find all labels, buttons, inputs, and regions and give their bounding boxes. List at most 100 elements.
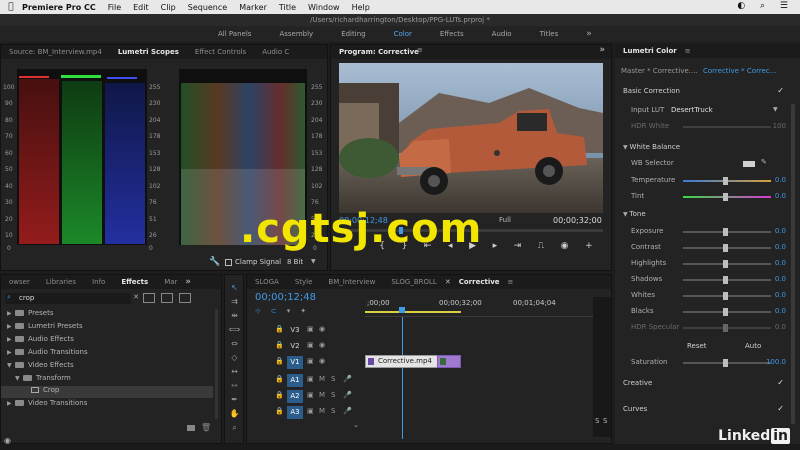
hdr-white-slider[interactable] — [683, 126, 771, 128]
reset-button[interactable]: Reset — [687, 342, 707, 350]
program-video-frame[interactable] — [339, 63, 603, 213]
apple-icon[interactable]:  — [0, 2, 22, 12]
track-name[interactable]: A3 — [287, 406, 303, 419]
input-lut-chevron-icon[interactable]: ▼ — [773, 106, 778, 113]
slider-knob[interactable] — [723, 308, 728, 316]
workspace-effects[interactable]: Effects — [440, 30, 464, 38]
creative-check-icon[interactable]: ✓ — [777, 378, 784, 387]
effects-tree-item[interactable]: ▶ Video Transitions — [1, 399, 213, 411]
slip-tool-icon[interactable]: ↔ — [228, 367, 241, 379]
rate-stretch-tool-icon[interactable]: ⇔ — [228, 339, 241, 351]
tab-lumetri-scopes[interactable]: Lumetri Scopes — [110, 48, 187, 56]
tab-markers[interactable]: Mar — [156, 278, 185, 286]
tab-sequence[interactable]: Style — [287, 278, 321, 286]
menu-title[interactable]: Title — [279, 3, 296, 12]
tab-sequence[interactable]: BM_Interview — [320, 278, 383, 286]
input-lut-select[interactable]: DesertTruck — [671, 106, 713, 114]
creative-section[interactable]: Creative ✓ — [615, 377, 798, 391]
workspace-color[interactable]: Color — [394, 30, 412, 38]
yuv-effects-icon[interactable] — [179, 293, 191, 303]
tone-section[interactable]: ▼ Tone — [615, 208, 798, 222]
mic-icon[interactable]: 🎤 — [343, 407, 352, 415]
clear-search-icon[interactable]: ✕ — [133, 293, 139, 301]
tab-effects[interactable]: Effects — [113, 278, 156, 286]
program-fit-select[interactable]: Full — [499, 216, 511, 224]
basic-correction-check-icon[interactable]: ✓ — [777, 86, 784, 95]
menu-app[interactable]: Premiere Pro CC — [22, 3, 96, 12]
eye-icon[interactable]: ◉ — [319, 341, 325, 349]
collapsed-arrow-icon[interactable]: ▶ — [7, 323, 15, 330]
tone-row-value[interactable]: 0.0 — [775, 275, 786, 283]
lumetri-master-clip[interactable]: Master * Corrective.... — [621, 67, 698, 75]
sync-lock-icon[interactable]: ▣ — [307, 325, 314, 333]
export-frame-icon[interactable]: ◉ — [561, 241, 569, 255]
pen-tool-icon[interactable]: ✒ — [228, 395, 241, 407]
tone-slider[interactable] — [683, 292, 771, 300]
lock-icon[interactable]: 🔒 — [275, 325, 284, 333]
timeline-scroll-handle[interactable]: ⌄ — [353, 421, 359, 429]
effects-tree-item[interactable]: ▶ Presets — [1, 309, 213, 321]
solo-button[interactable]: S — [331, 391, 335, 399]
clamp-signal-checkbox[interactable] — [225, 259, 232, 266]
white-balance-section[interactable]: ▼ White Balance — [615, 141, 798, 155]
effects-tree-item-selected[interactable]: Crop — [1, 386, 213, 398]
workspace-editing[interactable]: Editing — [341, 30, 365, 38]
lift-icon[interactable]: ⎍ — [538, 241, 544, 255]
tab-info[interactable]: Info — [84, 278, 113, 286]
menu-clip[interactable]: Clip — [161, 3, 176, 12]
linked-selection-icon[interactable]: ⊂ — [271, 307, 277, 317]
slider-knob[interactable] — [723, 324, 728, 332]
auto-button[interactable]: Auto — [745, 342, 761, 350]
bit-depth-select[interactable]: 8 Bit — [287, 258, 303, 266]
new-bin-icon[interactable] — [187, 425, 195, 431]
track-name[interactable]: V1 — [287, 356, 303, 369]
tone-row-value[interactable]: 0.0 — [775, 259, 786, 267]
eye-icon[interactable]: ◉ — [319, 325, 325, 333]
mic-icon[interactable]: 🎤 — [343, 391, 352, 399]
tab-source[interactable]: Source: BM_Interview.mp4 — [1, 48, 110, 56]
tone-row-value[interactable]: 0.0 — [775, 291, 786, 299]
sync-lock-icon[interactable]: ▣ — [307, 407, 314, 415]
panel-menu-icon[interactable]: ≡ — [508, 278, 514, 286]
panel-overflow-icon[interactable]: » — [185, 277, 191, 287]
slider-knob[interactable] — [723, 244, 728, 252]
timeline-clip-purple[interactable] — [437, 355, 461, 368]
timeline-playhead-marker[interactable] — [399, 307, 405, 313]
lock-icon[interactable]: 🔒 — [275, 341, 284, 349]
curves-check-icon[interactable]: ✓ — [777, 404, 784, 413]
mute-button[interactable]: M — [319, 407, 325, 415]
go-to-out-icon[interactable]: ⇥ — [514, 241, 522, 255]
timeline-timecode[interactable]: 00;00;12;48 — [255, 292, 316, 303]
curves-section[interactable]: Curves ✓ — [615, 403, 798, 417]
workspace-titles[interactable]: Titles — [540, 30, 559, 38]
meter-solo-label[interactable]: S — [603, 417, 607, 425]
tab-media-browser[interactable]: owser — [1, 278, 38, 286]
temperature-knob[interactable] — [723, 177, 728, 185]
selection-tool-icon[interactable]: ↖ — [228, 283, 241, 295]
tab-sequence[interactable]: SLOG_BROLL — [383, 278, 445, 286]
eyedropper-icon[interactable]: ✎ — [761, 158, 767, 166]
panel-menu-icon[interactable]: ≡ — [417, 46, 423, 54]
saturation-value[interactable]: 100.0 — [766, 358, 786, 366]
slider-knob[interactable] — [723, 359, 728, 367]
slider-knob[interactable] — [723, 292, 728, 300]
tone-slider[interactable] — [683, 308, 771, 316]
collapsed-arrow-icon[interactable]: ▶ — [7, 400, 15, 407]
add-marker-icon[interactable]: ▾ — [287, 307, 291, 317]
lock-icon[interactable]: 🔒 — [275, 407, 284, 415]
slider-knob[interactable] — [723, 228, 728, 236]
tint-value[interactable]: 0.0 — [775, 192, 786, 200]
timeline-settings-icon[interactable]: ✦ — [300, 307, 306, 317]
temperature-slider[interactable] — [683, 177, 771, 185]
expanded-arrow-icon[interactable]: ▼ — [7, 362, 15, 369]
tab-audio-clip[interactable]: Audio C — [254, 48, 297, 56]
sync-lock-icon[interactable]: ▣ — [307, 375, 314, 383]
collapsed-arrow-icon[interactable]: ▶ — [7, 336, 15, 343]
menu-marker[interactable]: Marker — [239, 3, 267, 12]
temperature-value[interactable]: 0.0 — [775, 176, 786, 184]
32bit-effects-icon[interactable] — [161, 293, 173, 303]
timeline-ruler[interactable]: ;00;00 00;00;32;00 00;01;04;04 — [365, 297, 603, 317]
tone-row-value[interactable]: 0.0 — [775, 243, 786, 251]
solo-button[interactable]: S — [331, 407, 335, 415]
workspace-all-panels[interactable]: All Panels — [218, 30, 251, 38]
